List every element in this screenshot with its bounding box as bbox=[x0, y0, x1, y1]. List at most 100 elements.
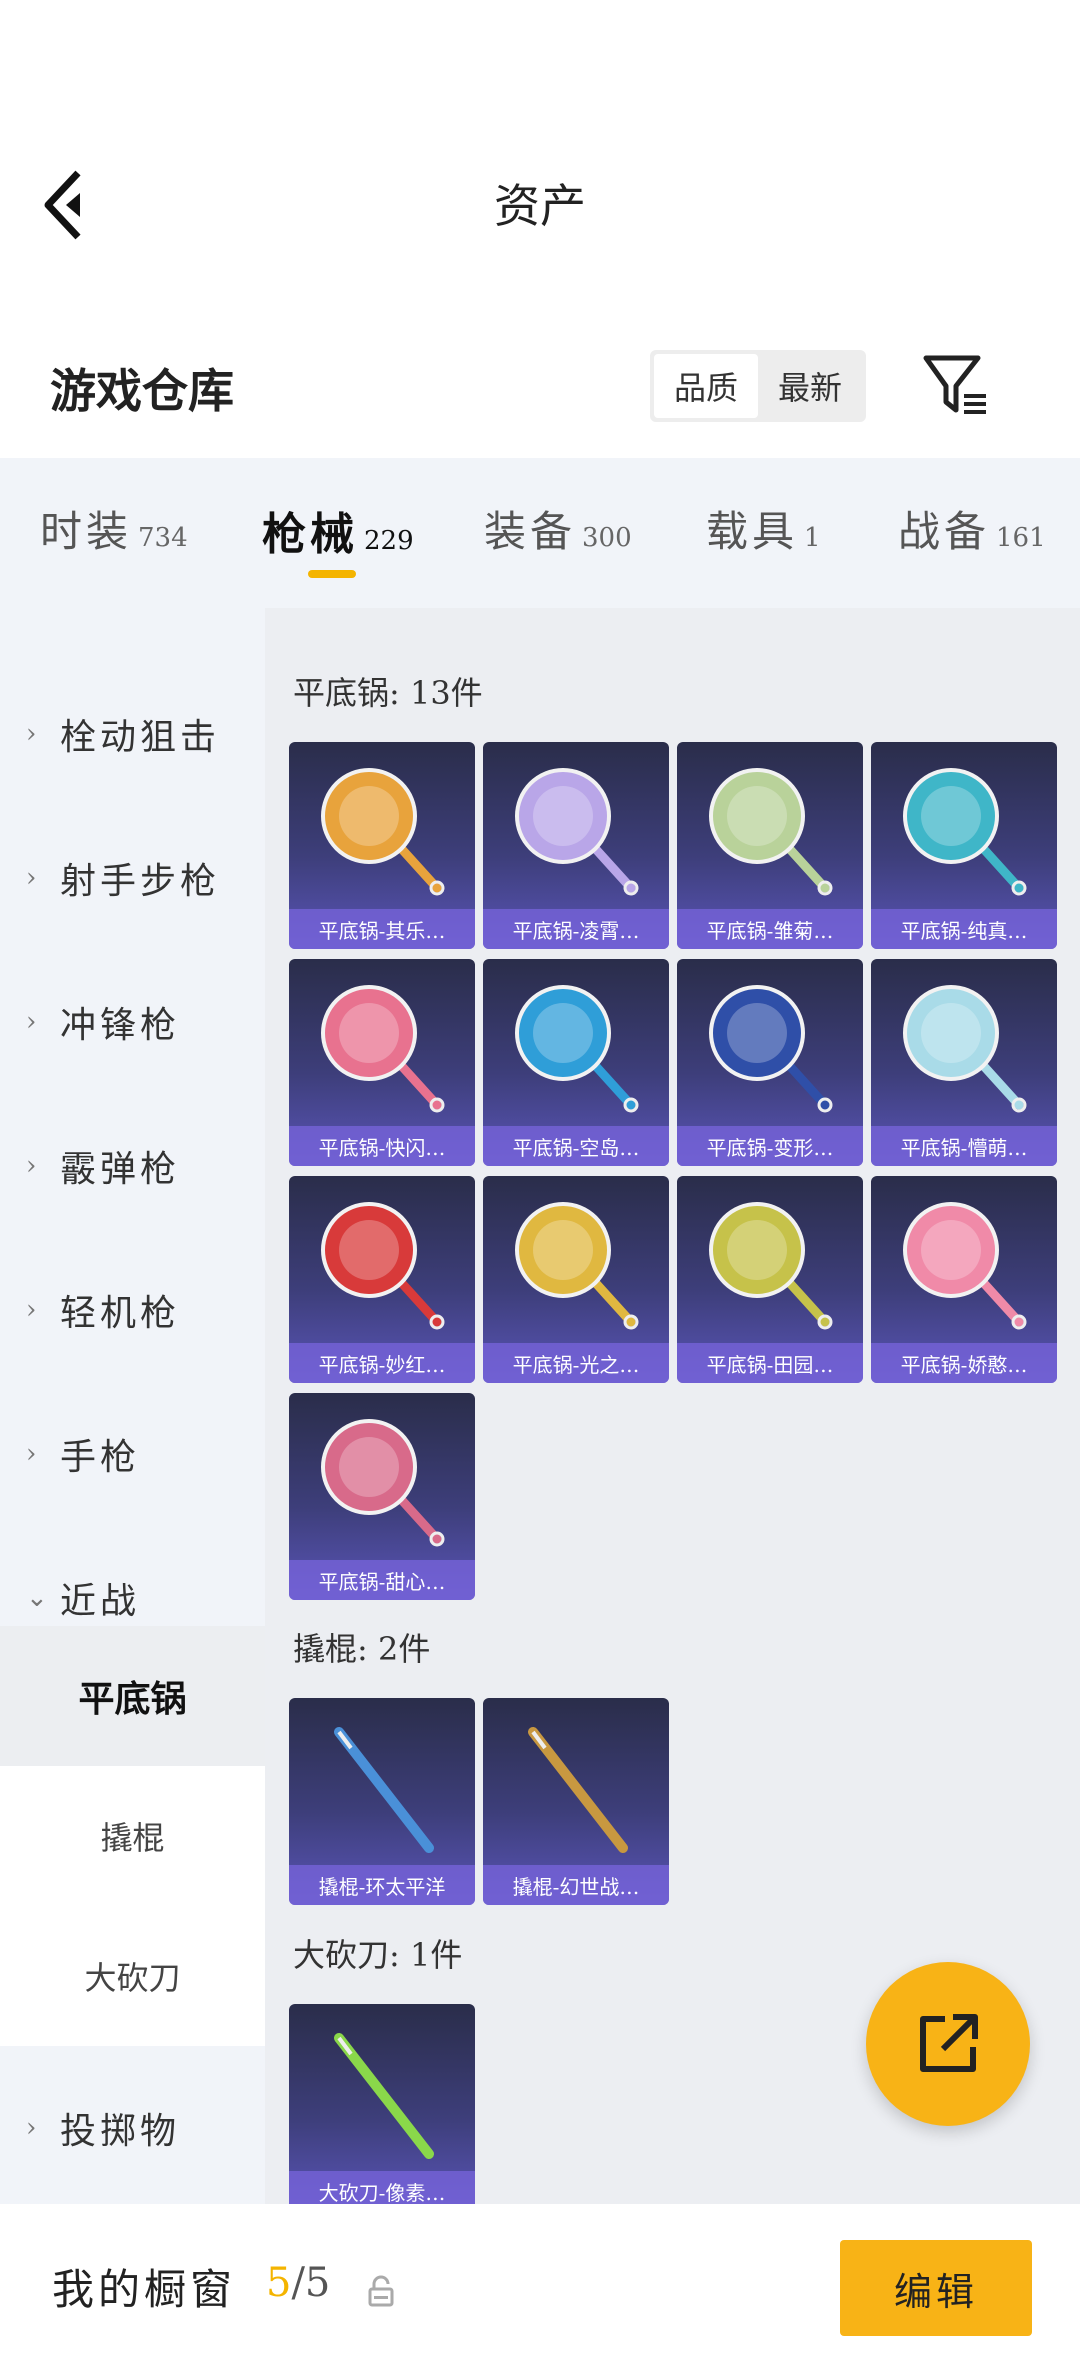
chevron-right-icon: › bbox=[26, 2113, 37, 2143]
tab-supplies[interactable]: 战备 161 bbox=[898, 498, 1046, 559]
tab-label: 时装 bbox=[40, 507, 133, 556]
item-label: 平底锅-凌霄… bbox=[483, 909, 669, 949]
sidebar-item-label: 射手步枪 bbox=[60, 861, 221, 902]
sidebar-item-shotgun[interactable]: › 霰弹枪 bbox=[0, 1116, 265, 1216]
item-card[interactable]: 平底锅-变形… bbox=[677, 959, 863, 1166]
tab-vehicles[interactable]: 载具 1 bbox=[706, 498, 821, 559]
item-card[interactable]: 大砍刀-像素… bbox=[289, 2004, 475, 2204]
chevron-right-icon: › bbox=[26, 863, 37, 893]
section-title: 游戏仓库 bbox=[50, 364, 234, 418]
share-button[interactable] bbox=[866, 1962, 1030, 2126]
item-label: 平底锅-妙红… bbox=[289, 1343, 475, 1383]
sidebar-subitem-crowbar[interactable]: 撬棍 bbox=[0, 1766, 265, 1906]
item-label: 平底锅-变形… bbox=[677, 1126, 863, 1166]
sidebar-item-lmg[interactable]: › 轻机枪 bbox=[0, 1260, 265, 1360]
item-card[interactable]: 平底锅-娇憨… bbox=[871, 1176, 1057, 1383]
sidebar-item-label: 栓动狙击 bbox=[60, 717, 221, 758]
sidebar-item-throwables[interactable]: › 投掷物 bbox=[0, 2078, 265, 2178]
category-tabs: 时装 734 枪械 229 装备 300 载具 1 战备 161 bbox=[0, 458, 1080, 608]
item-label: 平底锅-田园… bbox=[677, 1343, 863, 1383]
item-image bbox=[309, 1712, 455, 1858]
showcase-current: 5 bbox=[266, 2260, 292, 2306]
chevron-right-icon: › bbox=[26, 1439, 37, 1469]
item-image bbox=[503, 756, 649, 902]
item-image bbox=[309, 1190, 455, 1336]
page-title: 资产 bbox=[494, 179, 586, 233]
tab-count: 1 bbox=[804, 523, 821, 553]
sidebar-item-smg[interactable]: › 冲锋枪 bbox=[0, 972, 265, 1072]
item-image bbox=[309, 756, 455, 902]
item-image bbox=[503, 1190, 649, 1336]
item-card[interactable]: 平底锅-其乐… bbox=[289, 742, 475, 949]
showcase-count: 5/5 bbox=[266, 2260, 330, 2306]
item-card[interactable]: 撬棍-环太平洋 bbox=[289, 1698, 475, 1905]
chevron-right-icon: › bbox=[26, 1295, 37, 1325]
item-card[interactable]: 平底锅-田园… bbox=[677, 1176, 863, 1383]
sidebar-subitem-pan[interactable]: 平底锅 bbox=[0, 1626, 265, 1766]
bottom-bar: 我的橱窗 5/5 编辑 bbox=[0, 2204, 1080, 2373]
item-card[interactable]: 平底锅-妙红… bbox=[289, 1176, 475, 1383]
chevron-right-icon: › bbox=[26, 719, 37, 749]
weapon-type-sidebar: › 栓动狙击 › 射手步枪 › 冲锋枪 › 霰弹枪 › 轻机枪 › 手枪 ⌄ 近… bbox=[0, 608, 265, 2204]
sidebar-item-bolt-sniper[interactable]: › 栓动狙击 bbox=[0, 684, 265, 784]
sort-latest-button[interactable]: 最新 bbox=[758, 354, 862, 418]
sidebar-item-label: 轻机枪 bbox=[60, 1293, 181, 1334]
tab-count: 300 bbox=[582, 523, 632, 553]
tab-firearms[interactable]: 枪械 229 bbox=[262, 498, 414, 562]
item-card[interactable]: 平底锅-甜心… bbox=[289, 1393, 475, 1600]
sidebar-item-dmr[interactable]: › 射手步枪 bbox=[0, 828, 265, 928]
item-card[interactable]: 平底锅-雏菊… bbox=[677, 742, 863, 949]
item-card[interactable]: 平底锅-懵萌… bbox=[871, 959, 1057, 1166]
item-label: 撬棍-幻世战… bbox=[483, 1865, 669, 1905]
chevron-right-icon: › bbox=[26, 1151, 37, 1181]
item-card[interactable]: 平底锅-纯真… bbox=[871, 742, 1057, 949]
chevron-right-icon: › bbox=[26, 1007, 37, 1037]
chevron-down-icon: ⌄ bbox=[26, 1583, 48, 1613]
sort-toggle: 品质 最新 bbox=[650, 350, 866, 422]
item-image bbox=[891, 1190, 1037, 1336]
group-title-crowbar: 撬棍: 2件 bbox=[293, 1630, 431, 1668]
item-image bbox=[891, 973, 1037, 1119]
item-image bbox=[697, 1190, 843, 1336]
tab-label: 战备 bbox=[898, 507, 991, 556]
item-label: 平底锅-光之… bbox=[483, 1343, 669, 1383]
tab-label: 枪械 bbox=[262, 509, 358, 560]
item-image bbox=[309, 2018, 455, 2164]
sidebar-item-label: 投掷物 bbox=[60, 2111, 181, 2152]
group-title-pan: 平底锅: 13件 bbox=[293, 674, 483, 712]
tab-fashion[interactable]: 时装 734 bbox=[40, 498, 188, 559]
item-card[interactable]: 平底锅-光之… bbox=[483, 1176, 669, 1383]
group-title-machete: 大砍刀: 1件 bbox=[293, 1936, 463, 1974]
sidebar-item-pistol[interactable]: › 手枪 bbox=[0, 1404, 265, 1504]
item-label: 平底锅-懵萌… bbox=[871, 1126, 1057, 1166]
item-grid-crowbar: 撬棍-环太平洋 撬棍-幻世战… bbox=[289, 1698, 1069, 1905]
active-tab-indicator bbox=[308, 570, 356, 578]
item-image bbox=[697, 973, 843, 1119]
sidebar-item-label: 冲锋枪 bbox=[60, 1005, 181, 1046]
item-label: 平底锅-甜心… bbox=[289, 1560, 475, 1600]
item-card[interactable]: 平底锅-空岛… bbox=[483, 959, 669, 1166]
item-label: 平底锅-纯真… bbox=[871, 909, 1057, 949]
header: 资产 bbox=[0, 0, 1080, 310]
tab-label: 装备 bbox=[484, 507, 577, 556]
tab-count: 161 bbox=[996, 523, 1046, 553]
showcase-total: /5 bbox=[291, 2260, 331, 2306]
sidebar-item-label: 霰弹枪 bbox=[60, 1149, 181, 1190]
item-image bbox=[309, 973, 455, 1119]
tab-equipment[interactable]: 装备 300 bbox=[484, 498, 632, 559]
filter-icon bbox=[923, 355, 986, 414]
sort-quality-button[interactable]: 品质 bbox=[654, 354, 758, 418]
item-card[interactable]: 平底锅-快闪… bbox=[289, 959, 475, 1166]
filter-button[interactable] bbox=[920, 350, 990, 420]
external-link-icon bbox=[920, 2014, 978, 2072]
tab-count: 229 bbox=[364, 526, 414, 556]
item-label: 撬棍-环太平洋 bbox=[289, 1865, 475, 1905]
sidebar-subitem-machete[interactable]: 大砍刀 bbox=[0, 1906, 265, 2046]
tab-count: 734 bbox=[138, 523, 188, 553]
item-image bbox=[309, 1407, 455, 1553]
item-card[interactable]: 平底锅-凌霄… bbox=[483, 742, 669, 949]
sidebar-item-label: 近战 bbox=[60, 1581, 141, 1622]
edit-button[interactable]: 编辑 bbox=[840, 2240, 1032, 2336]
item-card[interactable]: 撬棍-幻世战… bbox=[483, 1698, 669, 1905]
lock-icon bbox=[368, 2275, 394, 2307]
